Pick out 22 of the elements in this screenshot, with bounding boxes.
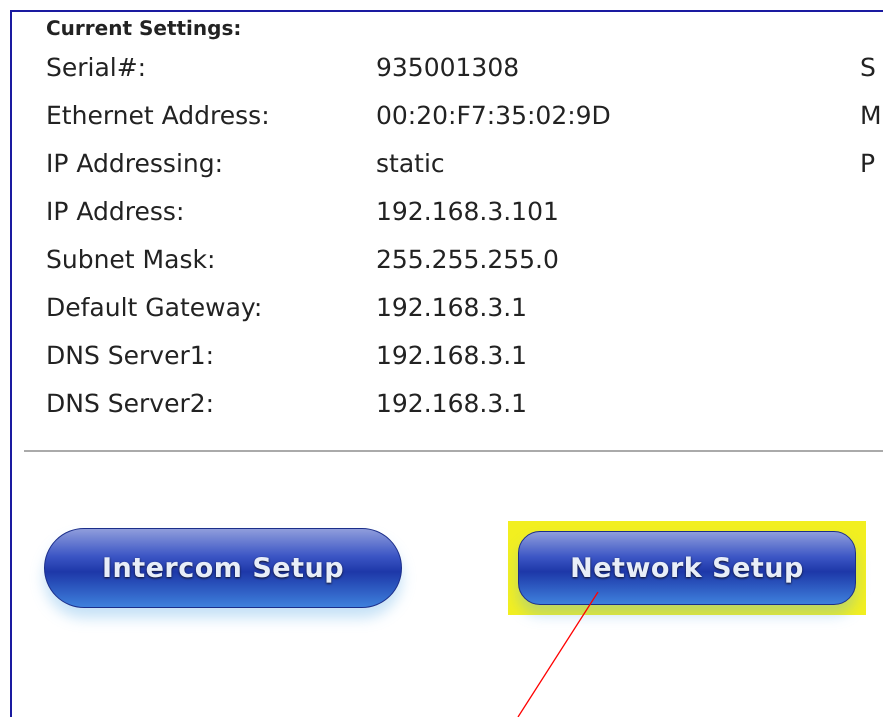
setting-label: DNS Server2: xyxy=(46,388,216,420)
setting-label: Serial#: xyxy=(46,52,148,84)
setting-label: M xyxy=(860,100,883,132)
setting-value: 192.168.3.1 xyxy=(376,388,528,420)
setup-button[interactable]: Intercom Setup xyxy=(44,528,402,608)
setting-label: IP Address: xyxy=(46,196,186,228)
setting-label: DNS Server1: xyxy=(46,340,216,372)
setting-value: 255.255.255.0 xyxy=(376,244,560,276)
setting-value: 00:20:F7:35:02:9D xyxy=(376,100,612,132)
setting-label: Subnet Mask: xyxy=(46,244,216,276)
section-heading: Current Settings: xyxy=(46,15,242,40)
setting-label: Ethernet Address: xyxy=(46,100,271,132)
setting-label: S xyxy=(860,52,877,84)
setup-button[interactable]: Network Setup xyxy=(518,531,856,605)
setting-value: 935001308 xyxy=(376,52,520,84)
setting-value: static xyxy=(376,148,446,180)
setting-value: 192.168.3.101 xyxy=(376,196,560,228)
setting-label: Default Gateway: xyxy=(46,292,264,324)
setting-label: P xyxy=(860,148,876,180)
setting-label: IP Addressing: xyxy=(46,148,224,180)
setting-value: 192.168.3.1 xyxy=(376,292,528,324)
setting-value: 192.168.3.1 xyxy=(376,340,528,372)
